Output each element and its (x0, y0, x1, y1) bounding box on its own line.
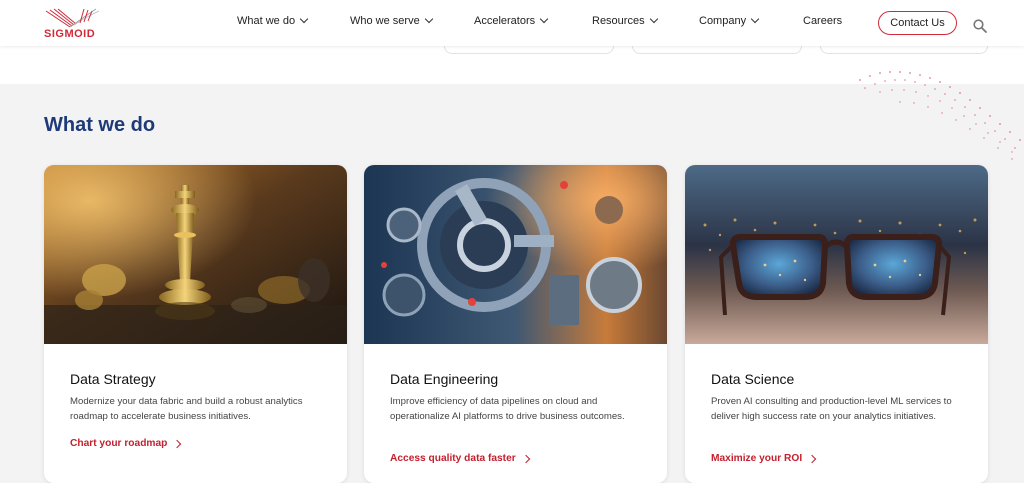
search-icon[interactable] (973, 19, 987, 33)
chevron-down-icon (424, 14, 433, 24)
chevron-down-icon (299, 14, 309, 24)
nav-company[interactable]: Company (699, 14, 760, 27)
contact-us-button[interactable]: Contact Us (878, 11, 957, 35)
nav-label: Who we serve (350, 15, 420, 27)
logo-mark-icon (45, 8, 100, 28)
nav-label: Company (699, 15, 747, 27)
machinery-gears-image (364, 165, 667, 344)
card-description: Improve efficiency of data pipelines on … (390, 396, 625, 422)
card-description: Proven AI consulting and production-leve… (711, 396, 952, 422)
card-title: Data Engineering (390, 371, 499, 387)
nav-label: Accelerators (474, 15, 536, 27)
chess-king-image (44, 165, 347, 344)
nav-what-we-do[interactable]: What we do (237, 14, 309, 27)
card-title: Data Science (711, 371, 795, 387)
card-link-label: Chart your roadmap (70, 438, 168, 449)
maximize-roi-link[interactable]: Maximize your ROI (711, 453, 817, 464)
dotted-wave-decoration (859, 71, 1021, 160)
nav-accelerators[interactable]: Accelerators (474, 14, 549, 27)
card-data-strategy[interactable]: Data Strategy Modernize your data fabric… (44, 165, 347, 483)
chevron-right-icon (521, 454, 530, 463)
chevron-down-icon (750, 14, 760, 24)
nav-label: Resources (592, 15, 645, 27)
card-description: Modernize your data fabric and build a r… (70, 396, 303, 422)
logo-text: SIGMOID (44, 28, 96, 40)
chevron-down-icon (539, 14, 549, 24)
nav-who-we-serve[interactable]: Who we serve (350, 14, 433, 27)
card-data-engineering[interactable]: Data Engineering Improve efficiency of d… (364, 165, 667, 483)
card-data-science[interactable]: Data Science Proven AI consulting and pr… (685, 165, 988, 483)
chart-roadmap-link[interactable]: Chart your roadmap (70, 438, 182, 449)
nav-label: What we do (237, 15, 296, 27)
card-link-label: Maximize your ROI (711, 453, 803, 464)
section-title: What we do (44, 114, 156, 136)
access-quality-data-link[interactable]: Access quality data faster (390, 453, 530, 464)
sigmoid-logo[interactable]: SIGMOID (44, 7, 104, 40)
chevron-down-icon (649, 14, 658, 24)
card-link-label: Access quality data faster (390, 453, 516, 464)
nav-resources[interactable]: Resources (592, 14, 658, 27)
nav-label: Careers (803, 15, 843, 27)
card-title: Data Strategy (70, 371, 156, 387)
chevron-right-icon (807, 454, 817, 463)
chevron-right-icon (173, 439, 182, 448)
site-header: SIGMOID What we do Who we serve Accelera… (0, 0, 1024, 46)
eyeglasses-city-image (685, 165, 988, 344)
nav-careers[interactable]: Careers (803, 15, 842, 27)
